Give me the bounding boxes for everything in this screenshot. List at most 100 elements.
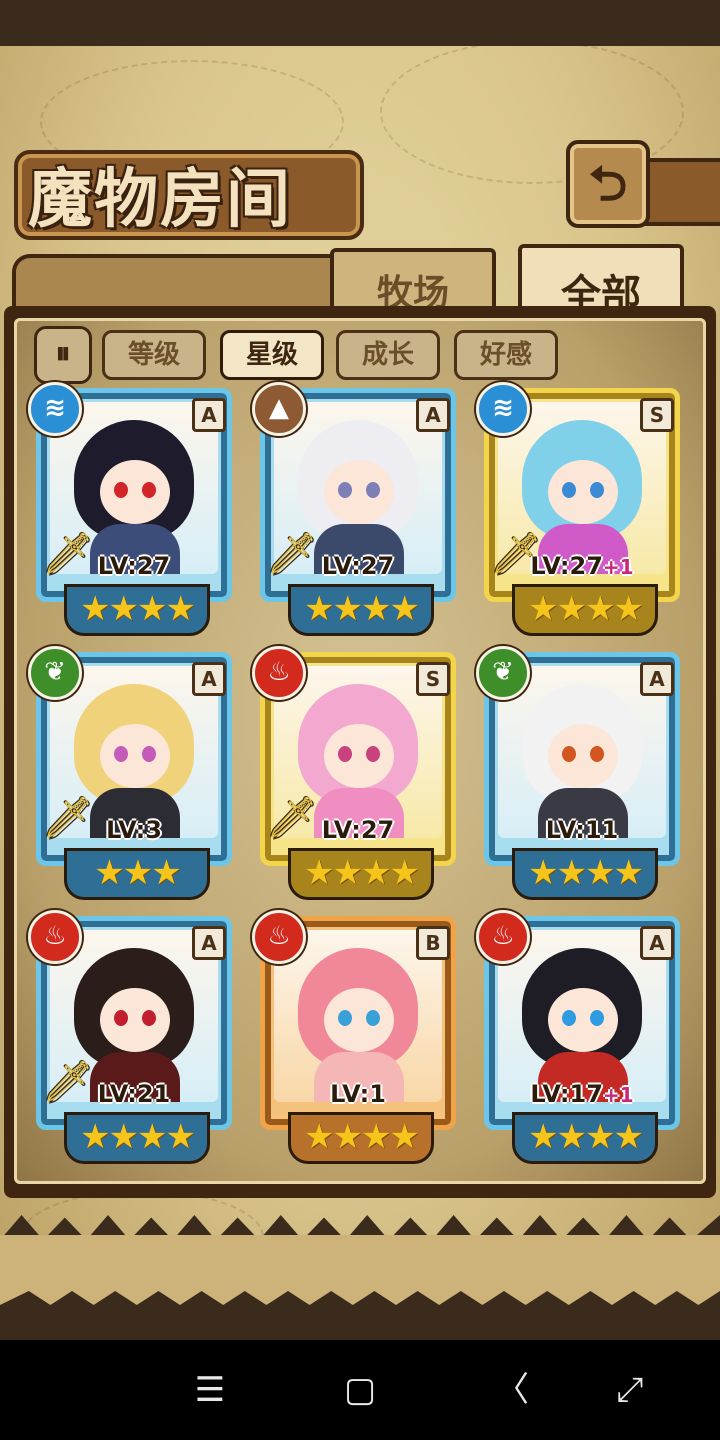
element-water-icon: ≋ [476,382,530,436]
level-label: LV:27 [260,552,456,580]
portrait-eye [366,482,380,498]
monster-card[interactable]: ♨ B LV:1 ★★★★ [252,910,464,1164]
element-earth-icon: ▲ [252,382,306,436]
portrait-eye [366,746,380,762]
monster-card[interactable]: ❦ A LV:11 ★★★★ [476,646,688,900]
rank-badge: S [416,662,450,696]
monster-card[interactable]: ▲ A 🗡 LV:27 ★★★★ [252,382,464,636]
portrait-eye [562,746,576,762]
element-wood-icon: ❦ [28,646,82,700]
level-value: LV:3 [106,816,162,844]
level-label: LV:11 [484,816,680,844]
rank-badge: A [640,926,674,960]
monster-card[interactable]: ≋ S 🗡 LV:27+1 ★★★★ [476,382,688,636]
sort-chip-growth[interactable]: 成长 [336,330,440,380]
element-wood-icon: ❦ [476,646,530,700]
sort-chip-level[interactable]: 等级 [102,330,206,380]
home-icon[interactable]: ▢ [338,1368,382,1412]
back-button[interactable]: ⮌ [566,140,650,228]
back-icon[interactable]: 〈 [490,1368,534,1412]
portrait-face [324,460,394,524]
star-rating: ★★★★ [512,848,658,900]
level-value: LV:11 [545,816,619,844]
element-fire-icon: ♨ [28,910,82,964]
portrait-eye [338,1010,352,1026]
portrait-face [548,724,618,788]
level-value: LV:1 [330,1080,386,1108]
star-rating: ★★★★ [288,584,434,636]
level-label: LV:27 [36,552,232,580]
element-fire-icon: ♨ [476,910,530,964]
level-value: LV:27 [321,816,395,844]
menu-icon[interactable]: ☰ [188,1368,232,1412]
level-value: LV:27 [530,552,603,580]
monster-card[interactable]: ♨ S 🗡 LV:27 ★★★★ [252,646,464,900]
rank-badge: A [640,662,674,696]
element-water-icon: ≋ [28,382,82,436]
portrait-eye [590,746,604,762]
rank-badge: S [640,398,674,432]
top-border [0,0,720,46]
level-bonus: +1 [602,555,634,579]
resize-icon[interactable]: ⤢ [608,1368,652,1412]
portrait-face [324,724,394,788]
game-screen: 魔物房间 ⮌ 牧场 全部 ⏸ 等级 星级 成长 好感 ≋ A 🗡 LV:27 ★★★★ ▲… [0,0,720,1340]
rank-badge: A [416,398,450,432]
element-fire-icon: ♨ [252,910,306,964]
sort-order-toggle[interactable]: ⏸ [34,326,92,384]
portrait-eye [590,482,604,498]
monster-card[interactable]: ≋ A 🗡 LV:27 ★★★★ [28,382,240,636]
portrait-face [548,460,618,524]
monster-card[interactable]: ♨ A LV:17+1 ★★★★ [476,910,688,1164]
star-rating: ★★★★ [288,1112,434,1164]
portrait-eye [562,482,576,498]
level-label: LV:3 [36,816,232,844]
monster-card[interactable]: ♨ A 🗡 LV:21 ★★★★ [28,910,240,1164]
portrait-eye [366,1010,380,1026]
level-value: LV:27 [321,552,395,580]
portrait-eye [142,1010,156,1026]
star-rating: ★★★★ [64,584,210,636]
element-fire-icon: ♨ [252,646,306,700]
rank-badge: B [416,926,450,960]
level-label: LV:17+1 [484,1080,680,1108]
portrait-eye [114,1010,128,1026]
rank-badge: A [192,398,226,432]
portrait-eye [114,482,128,498]
sort-order-icon: ⏸ [55,336,71,371]
bottom-paper [0,1235,720,1305]
portrait-face [100,988,170,1052]
portrait-eye [590,1010,604,1026]
level-bonus: +1 [602,1083,634,1107]
portrait-eye [338,746,352,762]
level-label: LV:21 [36,1080,232,1108]
rank-badge: A [192,926,226,960]
sort-chip-star[interactable]: 星级 [220,330,324,380]
star-rating: ★★★★ [512,1112,658,1164]
portrait-face [324,988,394,1052]
rank-badge: A [192,662,226,696]
tab-bar [12,254,340,312]
page-title: 魔物房间 [28,162,292,237]
system-nav-bar: ☰ ▢ 〈 ⤢ [0,1340,720,1440]
portrait-face [548,988,618,1052]
level-value: LV:17 [530,1080,603,1108]
portrait-face [100,724,170,788]
star-rating: ★★★★ [512,584,658,636]
level-value: LV:27 [97,552,171,580]
portrait-face [100,460,170,524]
monster-card[interactable]: ❦ A 🗡 LV:3 ★★★ [28,646,240,900]
star-rating: ★★★★ [288,848,434,900]
portrait-eye [142,746,156,762]
star-rating: ★★★ [64,848,210,900]
portrait-eye [338,482,352,498]
level-value: LV:21 [97,1080,171,1108]
portrait-eye [562,1010,576,1026]
portrait-eye [114,746,128,762]
back-bar [642,158,720,226]
level-label: LV:27 [260,816,456,844]
star-rating: ★★★★ [64,1112,210,1164]
level-label: LV:27+1 [484,552,680,580]
sort-chip-affection[interactable]: 好感 [454,330,558,380]
level-label: LV:1 [260,1080,456,1108]
